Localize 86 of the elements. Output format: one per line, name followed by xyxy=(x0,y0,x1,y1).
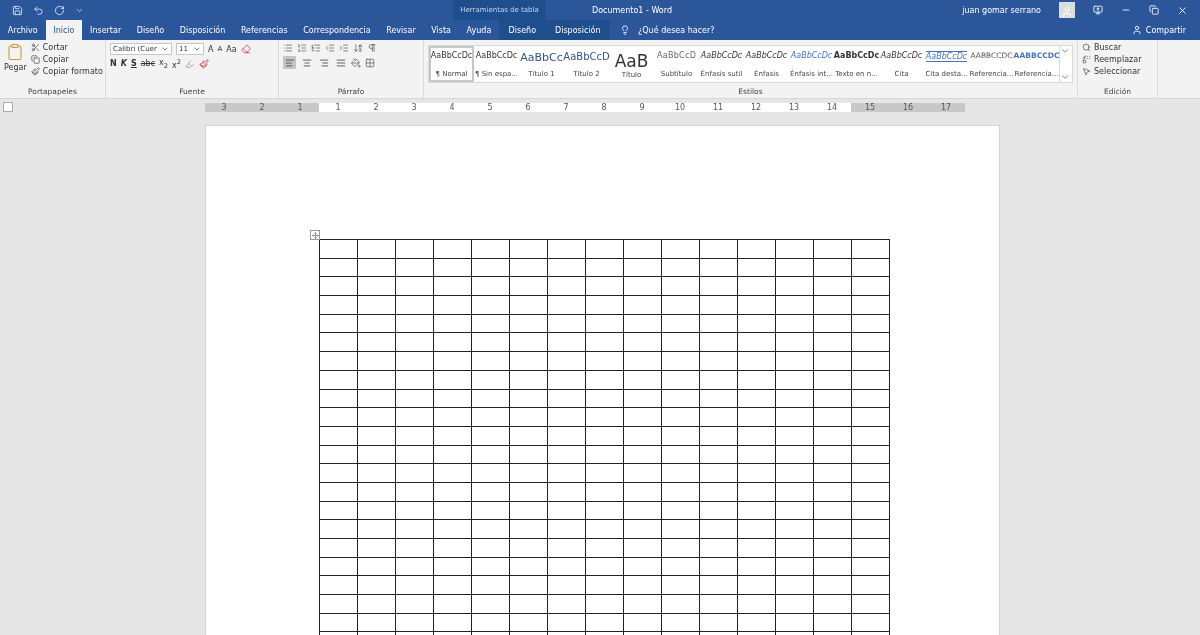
editing-button[interactable]: Seleccionar xyxy=(1082,67,1142,76)
ruler-number: 1 xyxy=(335,102,341,112)
align-button[interactable] xyxy=(334,56,347,69)
ruler-number: 16 xyxy=(902,102,914,112)
clipboard-button[interactable]: Copiar formato xyxy=(30,67,103,76)
decrease-indent-icon[interactable] xyxy=(325,43,335,53)
ruler-number: 2 xyxy=(259,102,265,112)
paste-button[interactable]: Pegar xyxy=(4,43,27,87)
ribbon-tab[interactable]: Archivo xyxy=(0,20,46,40)
redo-icon[interactable] xyxy=(54,4,65,16)
editing-button[interactable]: Reemplazar xyxy=(1082,55,1142,64)
ribbon-display-icon[interactable] xyxy=(1093,5,1103,15)
pointer-icon xyxy=(1082,67,1091,76)
table-move-handle[interactable] xyxy=(310,230,320,240)
ruler-number: 10 xyxy=(674,102,686,112)
bullets-icon[interactable] xyxy=(283,43,293,53)
ribbon-tab[interactable]: Diseño xyxy=(499,20,546,40)
ruler-number: 13 xyxy=(788,102,800,112)
numbering-icon[interactable] xyxy=(297,43,307,53)
ribbon-tab[interactable]: Ayuda xyxy=(458,20,500,40)
grow-font-button[interactable]: A xyxy=(208,44,214,54)
pilcrow-icon[interactable] xyxy=(367,43,377,53)
ruler-number: 8 xyxy=(601,102,607,112)
ribbon-tab[interactable]: Disposición xyxy=(545,20,611,40)
ruler-number: 11 xyxy=(712,102,724,112)
chevron-down-icon xyxy=(161,45,169,53)
ruler-number: 15 xyxy=(864,102,876,112)
ruler-number: 2 xyxy=(373,102,379,112)
ribbon-tab[interactable]: Disposición xyxy=(172,20,234,40)
case-button[interactable]: Aa xyxy=(226,44,237,54)
align-button[interactable] xyxy=(300,56,313,69)
align-button[interactable] xyxy=(317,56,330,69)
ribbon-tab[interactable]: Referencias xyxy=(233,20,296,40)
share-button[interactable]: Compartir xyxy=(1145,25,1186,35)
user-name: juan gomar serrano xyxy=(962,5,1041,15)
ribbon-tab[interactable]: Inicio xyxy=(45,20,83,40)
save-icon[interactable] xyxy=(12,4,23,16)
ribbon-tab[interactable]: Diseño xyxy=(129,20,173,40)
ruler-number: 17 xyxy=(940,102,952,112)
increase-indent-icon[interactable] xyxy=(339,43,349,53)
paintbrush-icon xyxy=(30,67,40,76)
italic-button[interactable]: K xyxy=(120,59,127,69)
editing-button[interactable]: Buscar xyxy=(1082,43,1142,52)
ruler[interactable]: 3 2 1 1 2 3 4 5 6 7 8 9 10 11 12 13 14 15 16 17 xyxy=(205,102,965,112)
subscript-button[interactable]: x$_{2}$ xyxy=(159,58,169,70)
highlighter-icon[interactable] xyxy=(185,58,196,69)
person-icon[interactable] xyxy=(1131,25,1142,35)
chevron-down-icon xyxy=(193,45,201,53)
multilevel-list-icon[interactable] xyxy=(311,43,321,53)
clipboard-button[interactable]: Cortar xyxy=(30,43,103,52)
ruler-number: 7 xyxy=(563,102,569,112)
ruler-number: 4 xyxy=(449,102,455,112)
strikethrough-button[interactable]: abc xyxy=(140,59,156,69)
superscript-button[interactable]: x$^{2}$ xyxy=(172,58,182,70)
restore-icon[interactable] xyxy=(1149,5,1159,15)
clipboard-button[interactable]: Copiar xyxy=(30,55,103,64)
shading-icon[interactable] xyxy=(351,57,361,68)
ribbon-tab[interactable]: Revisar xyxy=(378,20,424,40)
copy-icon xyxy=(30,55,40,64)
window-title: Documento1 - Word xyxy=(592,5,672,15)
close-icon[interactable] xyxy=(1177,4,1188,16)
ruler-number: 3 xyxy=(221,102,227,112)
tell-me-field[interactable]: ¿Qué desea hacer? xyxy=(638,25,715,35)
bold-button[interactable]: N xyxy=(110,59,117,69)
borders-icon[interactable] xyxy=(365,57,375,68)
ruler-number: 12 xyxy=(750,102,762,112)
eraser-icon[interactable] xyxy=(240,44,251,54)
ruler-number: 14 xyxy=(826,102,838,112)
underline-button[interactable]: S xyxy=(130,59,137,69)
search-icon xyxy=(1082,43,1091,52)
ruler-number: 3 xyxy=(411,102,417,112)
align-button[interactable] xyxy=(283,56,296,69)
sort-icon[interactable] xyxy=(353,43,363,53)
lightbulb-icon[interactable] xyxy=(620,25,631,35)
ribbon-tab[interactable]: Correspondencia xyxy=(295,20,379,40)
clipboard-icon xyxy=(6,43,25,61)
ruler-number: 9 xyxy=(639,102,645,112)
scissors-icon xyxy=(30,43,40,52)
tab-selector-icon[interactable] xyxy=(3,102,13,112)
ruler-number: 5 xyxy=(487,102,493,112)
ruler-number: 6 xyxy=(525,102,531,112)
ribbon-tab[interactable]: Insertar xyxy=(82,20,129,40)
ribbon-tab[interactable]: Vista xyxy=(423,20,459,40)
font-color-icon[interactable] xyxy=(199,58,210,69)
undo-icon[interactable] xyxy=(33,4,44,16)
ruler-number: 1 xyxy=(297,102,303,112)
